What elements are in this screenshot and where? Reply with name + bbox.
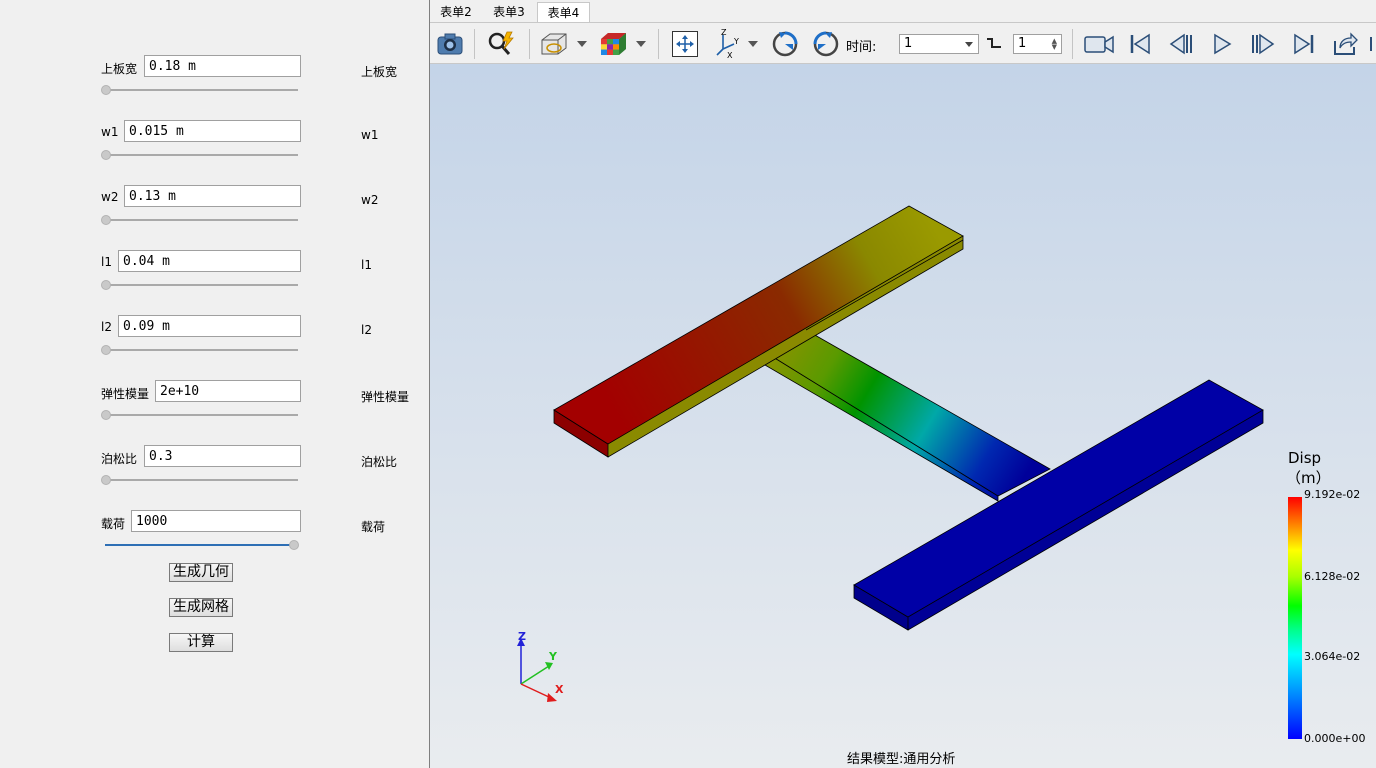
l2-input[interactable]: 0.09 m (118, 315, 301, 337)
play-icon[interactable] (1207, 29, 1237, 59)
clip-view-dropdown-icon[interactable] (577, 41, 587, 47)
time-select[interactable]: 1 (899, 34, 979, 54)
load-slider[interactable] (105, 544, 298, 546)
param-label-poisson-ratio: 泊松比 (101, 452, 138, 466)
fit-view-icon[interactable] (670, 29, 700, 59)
elastic-modulus-slider[interactable] (105, 414, 298, 416)
probe-search-icon[interactable] (486, 29, 516, 59)
load-input[interactable]: 1000 (131, 510, 301, 532)
tab-form4[interactable]: 表单4 (537, 2, 590, 22)
right-label-l1: l1 (361, 258, 372, 272)
right-label-w2: w2 (361, 193, 379, 207)
web-plate (764, 329, 1051, 502)
legend-min: 0.000e+00 (1304, 732, 1366, 745)
top-plate-width-input[interactable]: 0.18 m (144, 55, 301, 77)
spin-arrows-icon[interactable]: ▲ ▼ (1052, 38, 1057, 51)
legend-color-bar (1288, 497, 1302, 739)
poisson-ratio-input[interactable]: 0.3 (144, 445, 301, 467)
right-label-load: 载荷 (361, 520, 386, 534)
toolbar-overflow-icon[interactable] (1370, 37, 1376, 51)
axes-orient-icon[interactable]: ZYX (712, 29, 742, 59)
generate-mesh-button[interactable]: 生成网格 (169, 598, 233, 617)
elastic-modulus-input[interactable]: 2e+10 (155, 380, 301, 402)
color-cube-dropdown-icon[interactable] (636, 41, 646, 47)
axis-z-label: Z (518, 630, 526, 643)
tab-form3[interactable]: 表单3 (487, 2, 531, 22)
result-model-status: 结果模型:通用分析 (847, 752, 956, 767)
compute-button[interactable]: 计算 (169, 633, 233, 652)
svg-text:Y: Y (733, 37, 739, 46)
legend-tick-2: 6.128e-02 (1304, 570, 1361, 583)
param-label-top-plate-width: 上板宽 (101, 62, 138, 76)
param-label-w1: w1 (101, 125, 119, 139)
record-video-icon[interactable] (1082, 29, 1116, 59)
tab-form2[interactable]: 表单2 (434, 2, 478, 22)
time-select-value: 1 (904, 36, 913, 51)
prev-frame-icon[interactable] (1166, 29, 1196, 59)
axes-orient-dropdown-icon[interactable] (748, 41, 758, 47)
param-label-l1: l1 (101, 255, 112, 269)
top-plate-width-slider-handle[interactable] (101, 85, 111, 95)
w1-slider-handle[interactable] (101, 150, 111, 160)
model-canvas (517, 205, 1264, 702)
legend-max: 9.192e-02 (1304, 488, 1361, 501)
axis-triad (517, 638, 557, 702)
rotate-ccw-icon[interactable] (770, 29, 800, 59)
w2-input[interactable]: 0.13 m (124, 185, 301, 207)
time-label: 时间: (846, 40, 877, 55)
load-slider-handle[interactable] (289, 540, 299, 550)
3d-viewport[interactable]: Z Y X Disp （m） 9.192e-02 6.128e-02 3.064… (430, 64, 1376, 768)
elastic-modulus-slider-handle[interactable] (101, 410, 111, 420)
l1-slider[interactable] (105, 284, 298, 286)
right-label-l2: l2 (361, 323, 372, 337)
right-label-poisson-ratio: 泊松比 (361, 455, 398, 469)
top-plate-width-slider[interactable] (105, 89, 298, 91)
w1-input[interactable]: 0.015 m (124, 120, 301, 142)
camera-icon[interactable] (435, 29, 465, 59)
param-label-load: 载荷 (101, 517, 126, 531)
param-label-elastic-modulus: 弹性模量 (101, 387, 150, 401)
w1-slider[interactable] (105, 154, 298, 156)
last-frame-icon[interactable] (1289, 29, 1319, 59)
l1-input[interactable]: 0.04 m (118, 250, 301, 272)
next-frame-icon[interactable] (1248, 29, 1278, 59)
chevron-down-icon (965, 42, 973, 47)
tab-bar: 表单2 表单3 表单4 (430, 0, 1376, 22)
toolbar: ZYX 时间: 1 1 ▲ ▼ (430, 22, 1376, 64)
right-label-elastic-modulus: 弹性模量 (361, 390, 410, 404)
generate-geometry-button[interactable]: 生成几何 (169, 563, 233, 582)
first-frame-icon[interactable] (1125, 29, 1155, 59)
clip-view-icon[interactable] (538, 29, 568, 59)
poisson-ratio-slider[interactable] (105, 479, 298, 481)
param-label-l2: l2 (101, 320, 112, 334)
rotate-cw-icon[interactable] (811, 29, 841, 59)
poisson-ratio-slider-handle[interactable] (101, 475, 111, 485)
export-icon[interactable] (1330, 29, 1360, 59)
right-label-top-plate-width: 上板宽 (361, 65, 398, 79)
right-label-w1: w1 (361, 128, 379, 142)
l1-slider-handle[interactable] (101, 280, 111, 290)
svg-text:Z: Z (721, 29, 727, 37)
legend-title: Disp (1288, 449, 1322, 467)
color-cube-icon[interactable] (598, 29, 628, 59)
legend-unit: （m） (1286, 469, 1331, 487)
svg-text:X: X (727, 51, 733, 59)
step-spinbox-value: 1 (1018, 36, 1027, 51)
step-icon (986, 36, 1002, 50)
axis-y-label: Y (549, 650, 557, 663)
legend-tick-1: 3.064e-02 (1304, 650, 1361, 663)
w2-slider-handle[interactable] (101, 215, 111, 225)
l2-slider[interactable] (105, 349, 298, 351)
w2-slider[interactable] (105, 219, 298, 221)
param-label-w2: w2 (101, 190, 119, 204)
parameter-panel: 上板宽 0.18 m 上板宽 w1 0.015 m w1 w2 0.13 m w… (0, 0, 429, 768)
l2-slider-handle[interactable] (101, 345, 111, 355)
axis-x-label: X (555, 683, 564, 696)
step-spinbox[interactable]: 1 ▲ ▼ (1013, 34, 1062, 54)
